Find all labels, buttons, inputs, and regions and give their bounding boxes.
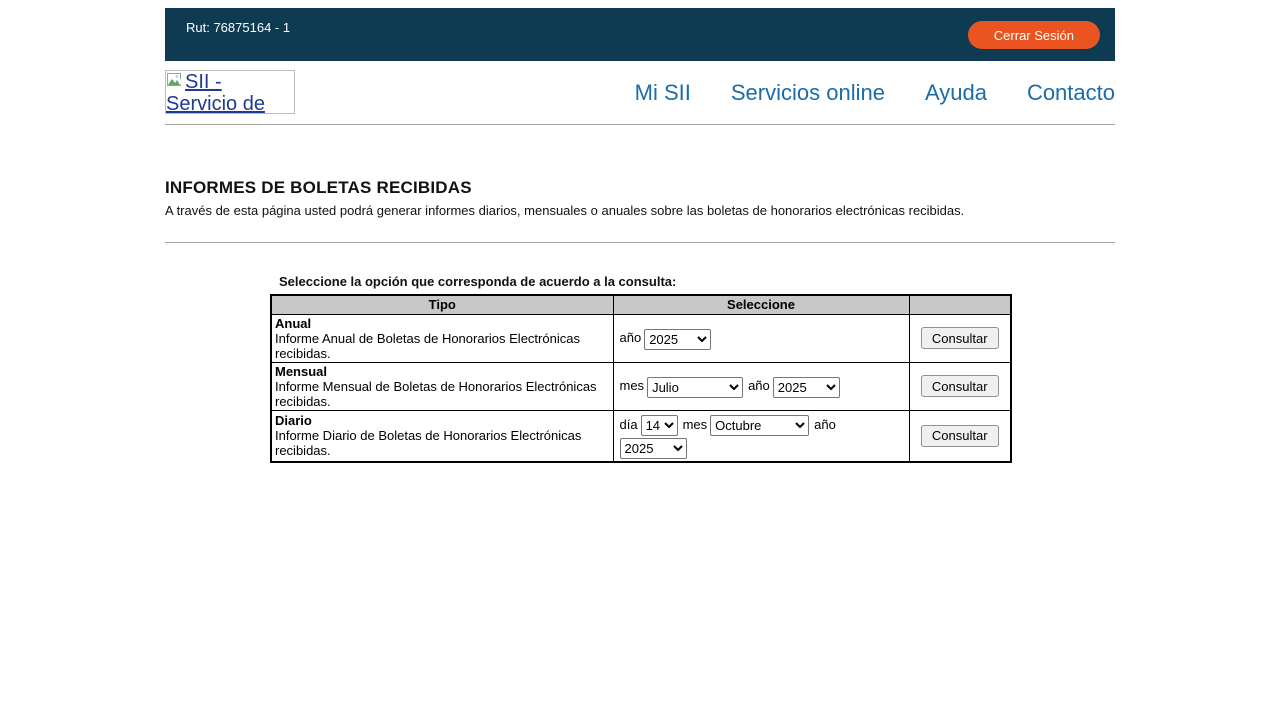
nav-link-ayuda[interactable]: Ayuda	[925, 80, 987, 106]
nav-link-servicios-online[interactable]: Servicios online	[731, 80, 885, 106]
header-row: SII - Servicio de Mi SII Servicios onlin…	[165, 61, 1115, 124]
diario-type-description: Informe Diario de Boletas de Honorarios …	[275, 428, 581, 458]
anual-year-label: año	[620, 330, 642, 345]
diario-action-cell: Consultar	[909, 410, 1011, 462]
nav-link-contacto[interactable]: Contacto	[1027, 80, 1115, 106]
main-nav: Mi SII Servicios online Ayuda Contacto	[635, 80, 1115, 106]
page-description: A través de esta página usted podrá gene…	[165, 203, 1115, 218]
table-row-anual: Anual Informe Anual de Boletas de Honora…	[271, 314, 1011, 362]
sii-logo-link[interactable]: SII - Servicio de	[165, 70, 295, 114]
content-divider	[165, 242, 1115, 243]
column-header-tipo: Tipo	[271, 295, 613, 314]
mensual-consultar-button[interactable]: Consultar	[921, 375, 999, 397]
page-title: INFORMES DE BOLETAS RECIBIDAS	[165, 178, 1115, 198]
broken-image-icon	[167, 73, 183, 88]
diario-year-select[interactable]: 2025	[620, 438, 687, 459]
mensual-year-select[interactable]: 2025	[773, 377, 840, 398]
column-header-seleccione: Seleccione	[613, 295, 909, 314]
mensual-type-description: Informe Mensual de Boletas de Honorarios…	[275, 379, 597, 409]
anual-consultar-button[interactable]: Consultar	[921, 327, 999, 349]
logout-button[interactable]: Cerrar Sesión	[968, 21, 1100, 49]
anual-type-description: Informe Anual de Boletas de Honorarios E…	[275, 331, 580, 361]
mensual-month-label: mes	[620, 378, 645, 393]
rut-text: Rut: 76875164 - 1	[186, 20, 290, 35]
mensual-type-name: Mensual	[275, 364, 327, 379]
anual-action-cell: Consultar	[909, 314, 1011, 362]
diario-day-select[interactable]: 14	[641, 415, 678, 436]
anual-type-cell: Anual Informe Anual de Boletas de Honora…	[271, 314, 613, 362]
diario-month-select[interactable]: Octubre	[710, 415, 809, 436]
selection-prompt: Seleccione la opción que corresponda de …	[270, 274, 1010, 289]
mensual-action-cell: Consultar	[909, 362, 1011, 410]
header-divider	[165, 124, 1115, 125]
table-header-row: Tipo Seleccione	[271, 295, 1011, 314]
consultation-section: Seleccione la opción que corresponda de …	[270, 274, 1010, 463]
mensual-type-cell: Mensual Informe Mensual de Boletas de Ho…	[271, 362, 613, 410]
diario-type-cell: Diario Informe Diario de Boletas de Hono…	[271, 410, 613, 462]
diario-consultar-button[interactable]: Consultar	[921, 425, 999, 447]
reports-table: Tipo Seleccione Anual Informe Anual de B…	[270, 294, 1012, 463]
table-row-diario: Diario Informe Diario de Boletas de Hono…	[271, 410, 1011, 462]
diario-controls-cell: día14 mesOctubre año 2025	[613, 410, 909, 462]
mensual-year-label: año	[748, 378, 770, 393]
anual-type-name: Anual	[275, 316, 311, 331]
diario-year-label: año	[814, 417, 836, 432]
diario-type-name: Diario	[275, 413, 312, 428]
mensual-controls-cell: mesJulio año2025	[613, 362, 909, 410]
top-session-bar: Rut: 76875164 - 1 Cerrar Sesión	[165, 8, 1115, 61]
anual-year-select[interactable]: 2025	[644, 329, 711, 350]
table-row-mensual: Mensual Informe Mensual de Boletas de Ho…	[271, 362, 1011, 410]
column-header-actions	[909, 295, 1011, 314]
anual-controls-cell: año2025	[613, 314, 909, 362]
diario-month-label: mes	[683, 417, 708, 432]
nav-link-mi-sii[interactable]: Mi SII	[635, 80, 691, 106]
page-container: Rut: 76875164 - 1 Cerrar Sesión SII - Se…	[165, 8, 1115, 463]
mensual-month-select[interactable]: Julio	[647, 377, 743, 398]
diario-day-label: día	[620, 417, 638, 432]
